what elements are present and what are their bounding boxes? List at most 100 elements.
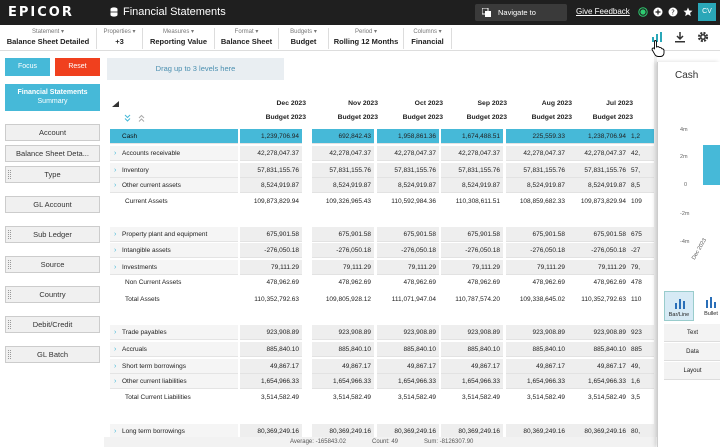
table-cell[interactable]: 885,840.10: [567, 342, 629, 357]
bar-line-tab[interactable]: Bar/Line: [664, 291, 694, 321]
table-cell[interactable]: 57,831,155.76: [506, 163, 568, 178]
filter-format[interactable]: Format ▾ Balance Sheet: [215, 28, 279, 49]
row-label[interactable]: › Inventory: [110, 163, 238, 178]
expand-chevron-icon[interactable]: ›: [114, 260, 122, 275]
row-label[interactable]: › Intangible assets: [110, 243, 238, 258]
table-cell[interactable]: 79,111.29: [312, 260, 374, 275]
row-label[interactable]: Cash: [110, 129, 238, 144]
panel-layout-option[interactable]: Layout: [664, 362, 720, 380]
table-cell[interactable]: 57,831,155.76: [377, 163, 439, 178]
table-cell[interactable]: 478,962.69: [312, 275, 374, 290]
table-cell[interactable]: 478,962.69: [240, 275, 302, 290]
table-cell[interactable]: 57,831,155.76: [567, 163, 629, 178]
table-cell[interactable]: 79,111.29: [377, 260, 439, 275]
row-label[interactable]: › Trade payables: [110, 325, 238, 340]
table-cell[interactable]: 1,654,966.33: [506, 374, 568, 389]
chart-bar[interactable]: [703, 145, 720, 185]
drag-handle[interactable]: [8, 320, 11, 329]
download-icon[interactable]: [674, 31, 686, 43]
table-cell[interactable]: 8,5: [628, 178, 656, 193]
table-cell[interactable]: 885,840.10: [240, 342, 302, 357]
table-cell[interactable]: 478,962.69: [441, 275, 503, 290]
table-cell[interactable]: 57,831,155.76: [441, 163, 503, 178]
expand-chevron-icon[interactable]: ›: [114, 243, 122, 258]
table-cell[interactable]: 1,654,966.33: [377, 374, 439, 389]
table-cell[interactable]: 79,111.29: [506, 260, 568, 275]
table-cell[interactable]: 79,111.29: [567, 260, 629, 275]
table-cell[interactable]: 3,514,582.49: [441, 390, 503, 405]
table-cell[interactable]: 923,908.89: [506, 325, 568, 340]
row-label[interactable]: › Accruals: [110, 342, 238, 357]
dimension-gl-batch[interactable]: GL Batch: [5, 346, 100, 363]
expand-chevron-icon[interactable]: ›: [114, 146, 122, 161]
user-avatar[interactable]: CV: [698, 3, 716, 21]
table-cell[interactable]: 3,514,582.49: [567, 390, 629, 405]
table-cell[interactable]: 923,908.89: [441, 325, 503, 340]
table-cell[interactable]: 885,840.10: [441, 342, 503, 357]
table-cell[interactable]: 1,654,966.33: [312, 374, 374, 389]
table-cell[interactable]: 675: [628, 227, 656, 242]
expand-chevron-icon[interactable]: ›: [114, 163, 122, 178]
table-cell[interactable]: 110,308,611.51: [441, 194, 503, 209]
table-cell[interactable]: 1,238,706.94: [567, 129, 629, 144]
row-label[interactable]: › Property plant and equipment: [110, 227, 238, 242]
table-cell[interactable]: 109,338,645.02: [506, 292, 568, 307]
dimension-type[interactable]: Type: [5, 166, 100, 183]
table-cell[interactable]: 110,592,984.36: [377, 194, 439, 209]
table-cell[interactable]: 108,859,682.33: [506, 194, 568, 209]
table-cell[interactable]: 49,867.17: [312, 359, 374, 374]
column-header-month[interactable]: Jul 2023: [563, 99, 633, 109]
give-feedback-link[interactable]: Give Feedback: [576, 6, 630, 18]
table-cell[interactable]: 57,: [628, 163, 656, 178]
expand-chevron-icon[interactable]: ›: [114, 374, 122, 389]
table-cell[interactable]: 79,111.29: [441, 260, 503, 275]
table-cell[interactable]: -276,050.18: [506, 243, 568, 258]
expand-chevron-icon[interactable]: ›: [114, 325, 122, 340]
table-cell[interactable]: 478,962.69: [567, 275, 629, 290]
table-cell[interactable]: 109,873,829.94: [240, 194, 302, 209]
dimension-source[interactable]: Source: [5, 256, 100, 273]
table-cell[interactable]: 111,071,947.04: [377, 292, 439, 307]
collapse-all-icon[interactable]: [138, 114, 145, 122]
filter-columns[interactable]: Columns ▾ Financial: [404, 28, 452, 49]
table-cell[interactable]: 3,514,582.49: [506, 390, 568, 405]
table-cell[interactable]: 1,6: [628, 374, 656, 389]
expand-chevron-icon[interactable]: ›: [114, 342, 122, 357]
panel-text-option[interactable]: Text: [664, 324, 720, 342]
table-cell[interactable]: 49,867.17: [441, 359, 503, 374]
table-cell[interactable]: 3,514,582.49: [377, 390, 439, 405]
table-cell[interactable]: 8,524,919.87: [377, 178, 439, 193]
table-cell[interactable]: -276,050.18: [240, 243, 302, 258]
reset-button[interactable]: Reset: [55, 58, 100, 76]
table-cell[interactable]: 110: [628, 292, 656, 307]
column-header-month[interactable]: Dec 2023: [236, 99, 306, 109]
focus-button[interactable]: Focus: [5, 58, 50, 76]
table-cell[interactable]: 923,908.89: [377, 325, 439, 340]
table-cell[interactable]: 885,840.10: [377, 342, 439, 357]
dimension-sub-ledger[interactable]: Sub Ledger: [5, 226, 100, 243]
column-header-month[interactable]: Oct 2023: [373, 99, 443, 109]
favorite-star-icon[interactable]: [683, 7, 693, 17]
table-cell[interactable]: 675,901.58: [441, 227, 503, 242]
table-cell[interactable]: 1,654,966.33: [441, 374, 503, 389]
table-cell[interactable]: 885,840.10: [312, 342, 374, 357]
table-cell[interactable]: -276,050.18: [377, 243, 439, 258]
table-cell[interactable]: 3,514,582.49: [312, 390, 374, 405]
statement-selector[interactable]: Financial Statements Summary: [5, 84, 100, 111]
table-cell[interactable]: 675,901.58: [240, 227, 302, 242]
dimension-gl-account[interactable]: GL Account: [5, 196, 100, 213]
add-icon[interactable]: [653, 7, 663, 17]
table-cell[interactable]: -276,050.18: [312, 243, 374, 258]
table-cell[interactable]: 42,: [628, 146, 656, 161]
navigate-to-button[interactable]: Navigate to: [475, 4, 567, 21]
column-header-month[interactable]: Nov 2023: [308, 99, 378, 109]
dimension-country[interactable]: Country: [5, 286, 100, 303]
dimension-balance-sheet-detail[interactable]: Balance Sheet Deta...: [5, 145, 100, 162]
dimension-account[interactable]: Account: [5, 124, 100, 141]
table-cell[interactable]: 885: [628, 342, 656, 357]
table-cell[interactable]: 1,674,488.51: [441, 129, 503, 144]
drag-handle[interactable]: [8, 230, 11, 239]
table-cell[interactable]: -27: [628, 243, 656, 258]
column-header-month[interactable]: Aug 2023: [502, 99, 572, 109]
drag-handle[interactable]: [8, 290, 11, 299]
